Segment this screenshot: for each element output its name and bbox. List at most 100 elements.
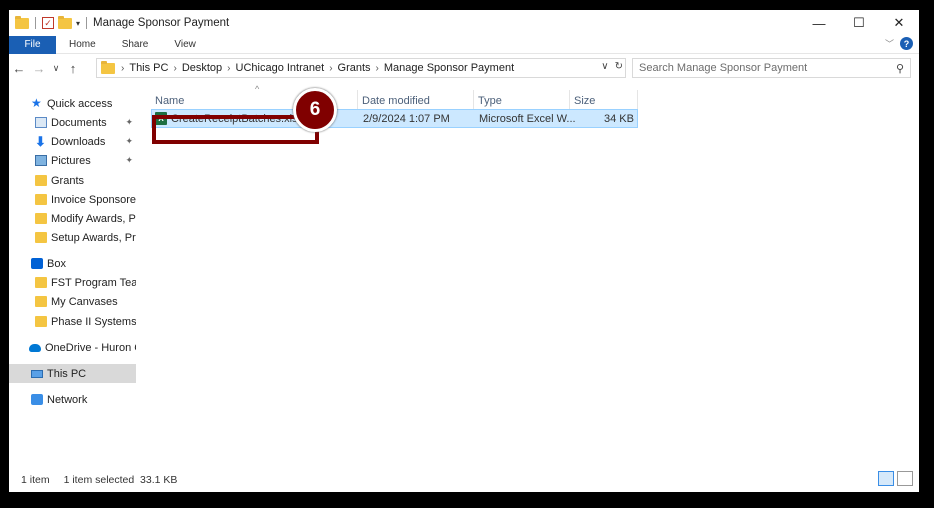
status-bar: 1 item 1 item selected 33.1 KB [9,468,919,492]
network-icon [31,394,43,405]
chevron-right-icon: › [121,62,125,74]
breadcrumb-this-pc[interactable]: This PC [129,62,168,74]
box-icon [31,258,43,269]
nav-label: Box [47,257,66,270]
breadcrumb-uchicago-intranet[interactable]: UChicago Intranet [236,62,325,74]
nav-label: Modify Awards, Proj [51,212,136,225]
address-bar[interactable]: › This PC › Desktop › UChicago Intranet … [96,58,626,78]
view-toggle [878,471,913,486]
tab-home[interactable]: Home [56,39,109,50]
nav-item-phase-ii[interactable]: Phase II Systems Inv [9,312,136,331]
maximize-button[interactable]: ☐ [839,10,879,36]
breadcrumb-grants[interactable]: Grants [338,62,371,74]
nav-item-documents[interactable]: Documents ✦ [9,113,136,132]
address-row: ← → ∨ ↑ › This PC › Desktop › UChicago I… [9,57,919,79]
nav-label: FST Program Team [51,276,136,289]
ribbon-right: ﹀ ? [885,37,913,50]
nav-item-fst-program-team[interactable]: FST Program Team [9,273,136,292]
chevron-right-icon[interactable]: › [227,63,230,74]
customize-qat-icon[interactable]: ▾ [76,19,80,28]
nav-item-invoice-sponsored[interactable]: Invoice Sponsored A [9,190,136,209]
chevron-down-icon[interactable]: ∨ [601,61,608,72]
search-input[interactable]: Search Manage Sponsor Payment ⚲ [632,58,911,78]
nav-label: This PC [47,367,87,380]
nav-label: Quick access [47,97,113,110]
nav-label: OneDrive - Huron Co [45,341,136,354]
window-controls: — ☐ ✕ [799,10,919,36]
nav-label: Invoice Sponsored A [51,193,136,206]
recent-locations-icon[interactable]: ∨ [49,63,63,74]
screenshot-frame: ✓ ▾ Manage Sponsor Payment — ☐ ✕ File Ho… [0,0,934,508]
address-actions: ∨ ↻ [601,61,623,72]
title-bar: ✓ ▾ Manage Sponsor Payment — ☐ ✕ [9,10,919,36]
back-arrow-icon[interactable]: ← [9,61,29,76]
breadcrumb-desktop[interactable]: Desktop [182,62,222,74]
nav-item-quick-access[interactable]: ★ Quick access [9,94,136,113]
search-icon[interactable]: ⚲ [896,62,904,75]
divider [86,17,88,29]
properties-icon[interactable]: ✓ [42,17,54,29]
file-explorer-window: ✓ ▾ Manage Sponsor Payment — ☐ ✕ File Ho… [9,10,919,492]
tab-share[interactable]: Share [109,39,162,50]
status-selection: 1 item selected 33.1 KB [63,474,178,486]
refresh-icon[interactable]: ↻ [615,61,623,72]
star-icon: ★ [31,96,42,110]
minimize-button[interactable]: — [799,10,839,36]
nav-item-my-canvases[interactable]: My Canvases [9,292,136,311]
nav-item-downloads[interactable]: ⬇ Downloads ✦ [9,132,136,151]
file-size-cell: 34 KB [604,112,634,125]
expand-ribbon-icon[interactable]: ﹀ [885,37,894,50]
nav-label: Pictures [51,154,91,167]
chevron-right-icon[interactable]: › [329,63,332,74]
file-type-cell: Microsoft Excel W... [479,112,576,125]
folder-icon [101,60,115,74]
forward-arrow-icon[interactable]: → [29,61,49,76]
nav-item-onedrive[interactable]: OneDrive - Huron Co [9,338,136,357]
nav-item-grants[interactable]: Grants [9,171,136,190]
folder-icon [35,232,47,243]
pin-icon[interactable]: ✦ [125,155,133,166]
breadcrumb-manage-sponsor-payment[interactable]: Manage Sponsor Payment [384,62,514,74]
pin-icon[interactable]: ✦ [125,117,133,128]
nav-item-pictures[interactable]: Pictures ✦ [9,151,136,170]
folder-icon [15,15,29,29]
nav-label: Network [47,393,88,406]
navigation-pane: ★ Quick access Documents ✦ ⬇ Downloads ✦… [9,94,136,464]
chevron-right-icon[interactable]: › [173,63,176,74]
window-title: Manage Sponsor Payment [93,17,230,29]
onedrive-icon [29,343,41,352]
documents-icon [35,117,47,128]
nav-label: Grants [51,174,85,187]
nav-item-modify-awards[interactable]: Modify Awards, Proj [9,209,136,228]
nav-item-setup-awards[interactable]: Setup Awards, Proje [9,228,136,247]
file-date-cell: 2/9/2024 1:07 PM [363,112,450,125]
up-arrow-icon[interactable]: ↑ [63,61,83,76]
search-placeholder: Search Manage Sponsor Payment [639,62,808,74]
folder-icon [35,316,47,327]
pin-icon[interactable]: ✦ [125,136,133,147]
close-button[interactable]: ✕ [879,10,919,36]
tab-view[interactable]: View [161,39,209,50]
chevron-right-icon[interactable]: › [376,63,379,74]
nav-item-box[interactable]: Box [9,254,136,273]
folder-icon [35,213,47,224]
quick-access-toolbar: ✓ ▾ [9,15,89,29]
nav-label: Downloads [51,135,106,148]
this-pc-icon [31,369,43,378]
help-icon[interactable]: ? [900,37,913,50]
folder-icon [35,296,47,307]
ribbon-tabs: File Home Share View ﹀ ? [9,35,919,54]
new-folder-icon[interactable] [58,15,72,29]
nav-label: My Canvases [51,295,118,308]
callout-step-badge: 6 [293,88,337,132]
folder-icon [35,194,47,205]
large-icons-view-icon[interactable] [897,471,913,486]
nav-item-network[interactable]: Network [9,390,136,409]
divider [35,17,36,29]
details-view-icon[interactable] [878,471,894,486]
pictures-icon [35,155,47,166]
nav-label: Setup Awards, Proje [51,231,136,244]
download-icon: ⬇ [35,134,46,149]
nav-item-this-pc[interactable]: This PC [9,364,136,383]
tab-file[interactable]: File [9,35,56,54]
